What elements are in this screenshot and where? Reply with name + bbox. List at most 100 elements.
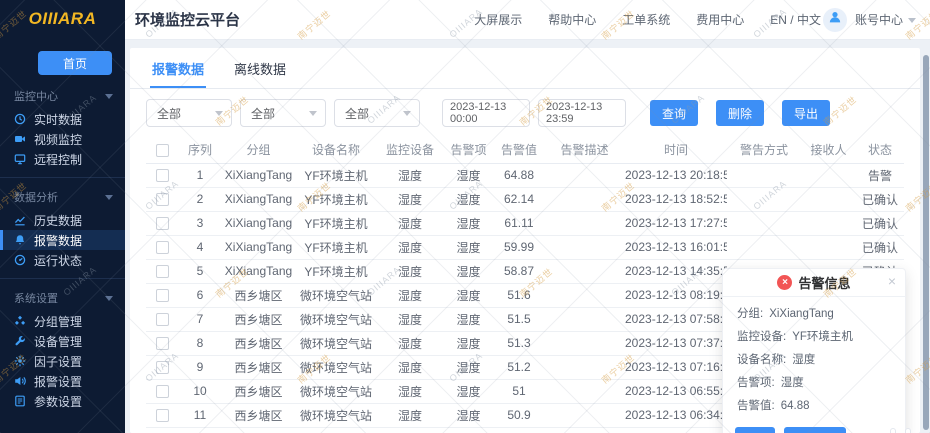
table-cell <box>544 187 625 211</box>
sidebar-item[interactable]: 因子设置 <box>0 351 125 371</box>
table-cell: 2 <box>178 187 222 211</box>
sidebar-item-label: 分组管理 <box>34 313 82 330</box>
sidebar-item[interactable]: 报警设置 <box>0 371 125 391</box>
row-checkbox[interactable] <box>156 241 169 254</box>
query-button[interactable]: 查询 <box>650 100 698 126</box>
row-checkbox[interactable] <box>156 313 169 326</box>
account-menu[interactable]: 账号中心 <box>855 11 916 28</box>
prev-page-button[interactable]: ‹ <box>890 428 896 433</box>
table-cell: 51 <box>494 379 544 403</box>
confirm-button[interactable]: 确认 <box>735 427 775 433</box>
table-cell: 湿度 <box>443 403 494 427</box>
table-cell: 2023-12-13 06:14:12 <box>625 427 727 433</box>
column-header: 监控设备 <box>377 137 443 163</box>
table-cell <box>544 355 625 379</box>
table-cell: 7 <box>178 307 222 331</box>
sidebar-item[interactable]: 分组管理 <box>0 311 125 331</box>
topnav-item[interactable]: 工单系统 <box>622 11 670 28</box>
table-cell: 湿度 <box>377 307 443 331</box>
topnav-item[interactable]: EN / 中文 <box>770 11 821 28</box>
scrollbar-thumb[interactable] <box>923 55 929 430</box>
row-checkbox[interactable] <box>156 169 169 182</box>
close-icon[interactable]: × <box>888 274 896 288</box>
row-select-cell <box>146 403 178 427</box>
chevron-down-icon <box>403 111 411 120</box>
tab[interactable]: 报警数据 <box>150 48 206 88</box>
table-cell: YF环境主机 <box>295 235 377 259</box>
table-cell: 湿度 <box>377 427 443 433</box>
filter-select[interactable]: 全部 <box>334 99 420 127</box>
sidebar-item[interactable]: 报警数据 <box>0 230 125 250</box>
row-checkbox[interactable] <box>156 385 169 398</box>
sidebar-item-label: 历史数据 <box>34 212 82 229</box>
row-checkbox[interactable] <box>156 193 169 206</box>
table-cell <box>801 235 856 259</box>
table-cell: 微环境空气站 <box>295 355 377 379</box>
export-button[interactable]: 导出 <box>782 100 830 126</box>
sidebar-item[interactable]: 远程控制 <box>0 149 125 169</box>
sidebar-item[interactable]: 历史数据 <box>0 210 125 230</box>
row-checkbox[interactable] <box>156 409 169 422</box>
row-checkbox[interactable] <box>156 217 169 230</box>
column-header: 设备名称 <box>295 137 377 163</box>
vertical-scrollbar[interactable] <box>922 40 930 433</box>
row-checkbox[interactable] <box>156 265 169 278</box>
avatar[interactable] <box>823 8 847 32</box>
sidebar-item[interactable]: 运行状态 <box>0 250 125 270</box>
next-page-button[interactable]: › <box>905 428 911 433</box>
sidebar-section-header[interactable]: 数据分析 <box>0 180 125 210</box>
table-cell: 50.7 <box>494 427 544 433</box>
table-cell: 2023-12-13 06:55:48 <box>625 379 727 403</box>
table-cell: 3 <box>178 211 222 235</box>
table-cell <box>544 259 625 283</box>
tab[interactable]: 离线数据 <box>232 48 288 88</box>
sidebar-section-header[interactable]: 监控中心 <box>0 79 125 109</box>
home-button[interactable]: 首页 <box>38 51 112 75</box>
table-row: 2XiXiangTangYF环境主机湿度湿度62.142023-12-13 18… <box>146 187 904 211</box>
column-header: 分组 <box>222 137 295 163</box>
table-cell: 湿度 <box>377 331 443 355</box>
row-select-cell <box>146 307 178 331</box>
sidebar-item[interactable]: 设备管理 <box>0 331 125 351</box>
topnav-item[interactable]: 帮助中心 <box>548 11 596 28</box>
delete-button[interactable]: 删除 <box>716 100 764 126</box>
date-end-input[interactable]: 2023-12-13 23:59 <box>538 99 626 127</box>
chevron-down-icon <box>908 18 916 27</box>
user-icon <box>828 10 842 29</box>
filter-select[interactable]: 全部 <box>240 99 326 127</box>
sidebar-item[interactable]: 视频监控 <box>0 129 125 149</box>
sidebar-item[interactable]: 参数设置 <box>0 391 125 411</box>
topnav-item[interactable]: 大屏展示 <box>474 11 522 28</box>
filter-select[interactable]: 全部 <box>146 99 232 127</box>
select-all-checkbox[interactable] <box>156 144 169 157</box>
topnav-item[interactable]: 费用中心 <box>696 11 744 28</box>
sidebar-item-label: 因子设置 <box>34 353 82 370</box>
select-value: 全部 <box>345 105 369 122</box>
table-cell: 湿度 <box>443 211 494 235</box>
table-cell: 51.5 <box>494 307 544 331</box>
table-cell: 10 <box>178 379 222 403</box>
alarm-info-dialog: × 告警信息 × 分组:XiXiangTang监控设备:YF环境主机设备名称:湿… <box>722 268 906 433</box>
table-cell: 微环境空气站 <box>295 331 377 355</box>
table-cell: YF环境主机 <box>295 187 377 211</box>
confirm-all-button[interactable]: 全部确认 <box>784 427 846 433</box>
field-value: 64.88 <box>781 400 810 412</box>
sidebar-item-label: 运行状态 <box>34 252 82 269</box>
table-cell: YF环境主机 <box>295 259 377 283</box>
dialog-field: 设备名称:湿度 <box>737 351 891 367</box>
table-cell <box>801 163 856 187</box>
status-icon <box>14 254 26 266</box>
sidebar-item[interactable]: 实时数据 <box>0 109 125 129</box>
table-cell: 12 <box>178 427 222 433</box>
row-checkbox[interactable] <box>156 361 169 374</box>
table-cell: 西乡塘区 <box>222 307 295 331</box>
table-cell <box>727 187 801 211</box>
factor-icon <box>14 355 26 367</box>
table-cell: 6 <box>178 283 222 307</box>
date-start-input[interactable]: 2023-12-13 00:00 <box>442 99 530 127</box>
row-checkbox[interactable] <box>156 289 169 302</box>
device-icon <box>14 335 26 347</box>
sidebar-section-header[interactable]: 系统设置 <box>0 281 125 311</box>
row-checkbox[interactable] <box>156 337 169 350</box>
chevron-down-icon <box>105 195 113 204</box>
